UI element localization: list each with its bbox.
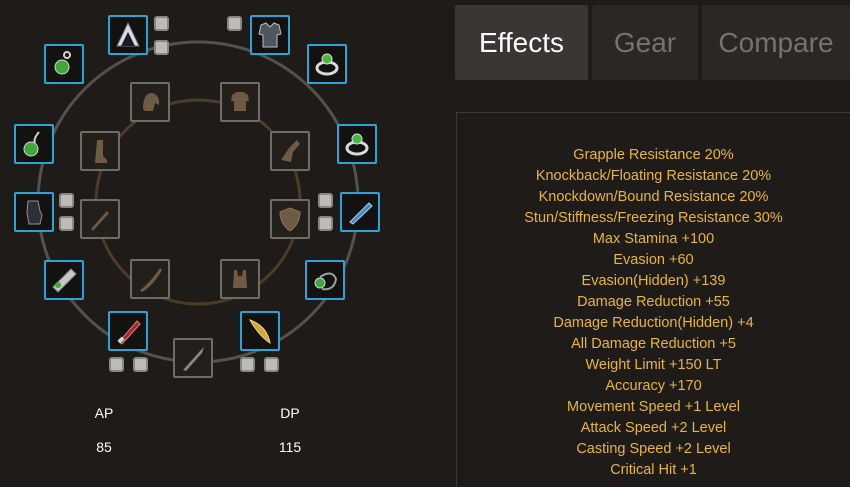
crystal-socket[interactable] — [318, 216, 333, 231]
ring-right-top-slot[interactable] — [307, 44, 347, 84]
crystal-socket[interactable] — [240, 357, 255, 372]
effects-list: Grapple Resistance 20% Knockback/Floating… — [457, 145, 850, 481]
sub-weapon-icon — [349, 202, 373, 225]
dp-value: 115 — [278, 439, 302, 455]
costume-shield-slot[interactable] — [270, 199, 310, 239]
earring-icon — [314, 272, 338, 291]
belt-icon — [52, 268, 77, 293]
effect-line: Max Stamina +100 — [592, 231, 715, 247]
armor-slot[interactable] — [250, 15, 290, 55]
helmet-slot[interactable] — [108, 15, 148, 55]
costume-underwear-icon — [233, 270, 247, 288]
tab-effects[interactable]: Effects — [455, 5, 588, 80]
awakening-weapon-slot[interactable] — [240, 311, 280, 351]
costume-boots-icon — [95, 140, 107, 163]
gloves-slot[interactable] — [14, 192, 54, 232]
crystal-socket[interactable] — [154, 40, 169, 55]
costume-dagger-icon — [91, 211, 109, 231]
crystal-socket[interactable] — [154, 16, 169, 31]
crystal-socket[interactable] — [59, 193, 74, 208]
earring-left-slot[interactable] — [44, 44, 84, 84]
costume-chest-icon — [231, 92, 249, 111]
belt-slot[interactable] — [44, 260, 84, 300]
tab-gear[interactable]: Gear — [592, 5, 698, 80]
sub-weapon-slot[interactable] — [340, 192, 380, 232]
effect-line: Stun/Stiffness/Freezing Resistance 30% — [524, 210, 783, 226]
awakening-weapon-icon — [248, 319, 271, 345]
costume-underwear-slot[interactable] — [220, 259, 260, 299]
effect-line: Evasion +60 — [613, 252, 694, 268]
effect-line: All Damage Reduction +5 — [571, 336, 736, 352]
armor-icon — [258, 22, 282, 48]
tab-compare[interactable]: Compare — [702, 5, 850, 80]
costume-gloves-slot[interactable] — [270, 131, 310, 171]
costume-sword-icon — [140, 268, 162, 292]
costume-gloves-icon — [281, 140, 300, 162]
effect-line: Movement Speed +1 Level — [567, 399, 740, 415]
crystal-socket[interactable] — [59, 216, 74, 231]
effect-line: Critical Hit +1 — [610, 462, 697, 478]
earring-icon — [54, 51, 71, 75]
necklace-slot[interactable] — [14, 124, 54, 164]
effect-line: Damage Reduction +55 — [577, 294, 730, 310]
effect-line: Evasion(Hidden) +139 — [581, 273, 726, 289]
main-weapon-slot[interactable] — [108, 311, 148, 351]
costume-shield-icon — [279, 207, 301, 232]
ap-value: 85 — [96, 439, 112, 455]
costume-sword-slot[interactable] — [130, 259, 170, 299]
main-weapon-icon — [117, 320, 141, 345]
ring-right-slot[interactable] — [337, 124, 377, 164]
effect-line: Damage Reduction(Hidden) +4 — [553, 315, 754, 331]
ring-icon — [345, 133, 369, 156]
equipment-wheel: AP DP 85 115 — [0, 0, 440, 487]
costume-head-slot[interactable] — [130, 82, 170, 122]
costume-head-icon — [143, 93, 160, 111]
crystal-socket[interactable] — [318, 193, 333, 208]
costume-boots-slot[interactable] — [80, 131, 120, 171]
costume-chest-slot[interactable] — [220, 82, 260, 122]
costume-blade-slot[interactable] — [173, 338, 213, 378]
crystal-socket[interactable] — [227, 16, 242, 31]
ap-label: AP — [94, 405, 114, 421]
effect-line: Grapple Resistance 20% — [573, 147, 734, 163]
crystal-socket[interactable] — [133, 357, 148, 372]
crystal-socket[interactable] — [264, 357, 279, 372]
effect-line: Accuracy +170 — [605, 378, 702, 394]
costume-blade-icon — [183, 347, 204, 371]
earring-right-slot[interactable] — [305, 260, 345, 300]
dp-label: DP — [280, 405, 300, 421]
effect-line: Casting Speed +2 Level — [576, 441, 731, 457]
gloves-icon — [26, 200, 43, 225]
effects-panel: Grapple Resistance 20% Knockback/Floating… — [456, 112, 850, 487]
costume-dagger-slot[interactable] — [80, 199, 120, 239]
effect-line: Weight Limit +150 LT — [585, 357, 722, 373]
effect-line: Attack Speed +2 Level — [580, 420, 727, 436]
effect-line: Knockdown/Bound Resistance 20% — [538, 189, 769, 205]
effect-line: Knockback/Floating Resistance 20% — [535, 168, 772, 184]
crystal-socket[interactable] — [109, 357, 124, 372]
helmet-icon — [116, 21, 140, 47]
ring-icon — [315, 53, 339, 76]
necklace-icon — [23, 131, 40, 157]
